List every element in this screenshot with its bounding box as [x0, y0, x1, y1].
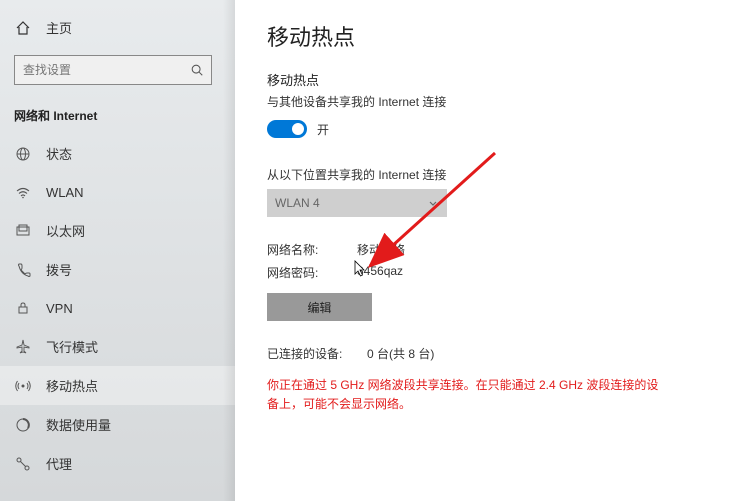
- sidebar-item-label: 数据使用量: [46, 415, 111, 434]
- dialup-icon: [14, 261, 32, 279]
- sidebar: 主页 网络和 Internet 状态 WLAN 以太网: [0, 0, 235, 501]
- sidebar-item-label: 移动热点: [46, 376, 98, 395]
- share-toggle[interactable]: [267, 120, 307, 138]
- sidebar-item-vpn[interactable]: VPN: [0, 289, 235, 327]
- main-panel: 移动热点 移动热点 与其他设备共享我的 Internet 连接 开 从以下位置共…: [235, 0, 747, 501]
- sidebar-item-wlan[interactable]: WLAN: [0, 173, 235, 211]
- sidebar-item-label: VPN: [46, 301, 73, 316]
- chevron-down-icon: [427, 197, 439, 209]
- share-from-dropdown[interactable]: WLAN 4: [267, 189, 447, 217]
- search-icon: [189, 62, 205, 78]
- sidebar-item-label: 飞行模式: [46, 337, 98, 356]
- sidebar-item-dialup[interactable]: 拨号: [0, 250, 235, 289]
- search-input[interactable]: [23, 63, 189, 77]
- network-name-value: 移动网络: [357, 241, 405, 258]
- sidebar-item-label: 以太网: [46, 221, 85, 240]
- proxy-icon: [14, 455, 32, 473]
- edit-button-label: 编辑: [307, 299, 331, 316]
- section-title: 移动热点: [267, 70, 715, 89]
- dropdown-value: WLAN 4: [275, 196, 320, 210]
- search-input-wrap[interactable]: [14, 55, 212, 85]
- connected-devices-label: 已连接的设备:: [267, 345, 367, 362]
- sidebar-item-label: 拨号: [46, 260, 72, 279]
- network-name-label: 网络名称:: [267, 241, 357, 258]
- category-title: 网络和 Internet: [0, 99, 235, 134]
- toggle-state-label: 开: [317, 121, 329, 138]
- warning-text: 你正在通过 5 GHz 网络波段共享连接。在只能通过 2.4 GHz 波段连接的…: [267, 376, 667, 414]
- sidebar-item-ethernet[interactable]: 以太网: [0, 211, 235, 250]
- page-title: 移动热点: [267, 20, 715, 52]
- sidebar-item-status[interactable]: 状态: [0, 134, 235, 173]
- vpn-icon: [14, 299, 32, 317]
- globe-icon: [14, 145, 32, 163]
- connected-devices-value: 0 台(共 8 台): [367, 345, 434, 362]
- share-from-label: 从以下位置共享我的 Internet 连接: [267, 166, 715, 183]
- home-icon: [14, 19, 32, 37]
- sidebar-item-airplane[interactable]: 飞行模式: [0, 327, 235, 366]
- network-password-label: 网络密码:: [267, 264, 357, 281]
- section-subtitle: 与其他设备共享我的 Internet 连接: [267, 93, 715, 110]
- sidebar-item-label: 代理: [46, 454, 72, 473]
- network-password-value: 3456qaz: [357, 264, 403, 281]
- home-button[interactable]: 主页: [0, 10, 235, 45]
- sidebar-item-label: WLAN: [46, 185, 84, 200]
- edit-button[interactable]: 编辑: [267, 293, 372, 321]
- wifi-icon: [14, 183, 32, 201]
- hotspot-icon: [14, 377, 32, 395]
- airplane-icon: [14, 338, 32, 356]
- ethernet-icon: [14, 222, 32, 240]
- sidebar-item-proxy[interactable]: 代理: [0, 444, 235, 483]
- sidebar-item-datausage[interactable]: 数据使用量: [0, 405, 235, 444]
- toggle-knob: [292, 123, 304, 135]
- data-usage-icon: [14, 416, 32, 434]
- home-label: 主页: [46, 18, 72, 37]
- sidebar-item-label: 状态: [46, 144, 72, 163]
- sidebar-item-hotspot[interactable]: 移动热点: [0, 366, 235, 405]
